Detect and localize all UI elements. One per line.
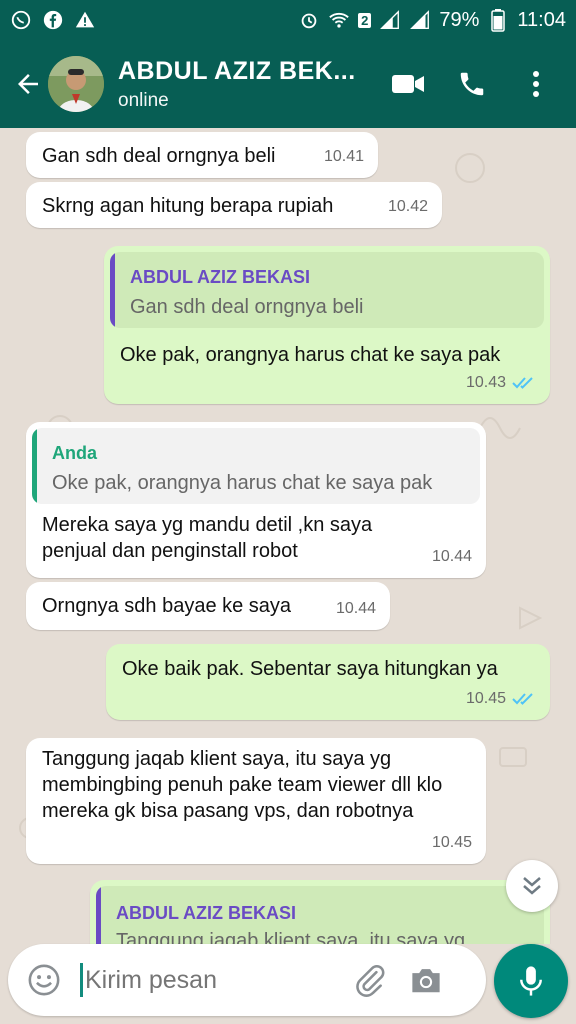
quoted-message[interactable]: ABDUL AZIZ BEKASI Tanggung jaqab klient … bbox=[96, 886, 544, 944]
video-call-icon bbox=[392, 75, 424, 93]
attach-icon bbox=[356, 965, 385, 997]
facebook-icon bbox=[42, 9, 64, 31]
alarm-icon bbox=[298, 9, 320, 31]
signal-icon bbox=[379, 9, 401, 31]
message-text: Skrng agan hitung berapa rupiah bbox=[42, 195, 334, 217]
camera-button[interactable] bbox=[404, 958, 448, 1002]
chat-header: ABDUL AZIZ BEK... online bbox=[0, 40, 576, 128]
quote-bar bbox=[110, 252, 115, 328]
contact-info[interactable]: ABDUL AZIZ BEK... online bbox=[118, 57, 356, 112]
double-check-icon bbox=[512, 377, 533, 389]
phone-icon bbox=[460, 72, 484, 96]
quote-bar bbox=[96, 886, 101, 944]
status-bar: 2 79% 11:04 bbox=[0, 0, 576, 40]
quote-text: Tanggung jaqab klient saya, itu saya yg bbox=[116, 930, 466, 944]
quoted-message[interactable]: Anda Oke pak, orangnya harus chat ke say… bbox=[32, 428, 480, 504]
message-text: Gan sdh deal orngnya beli bbox=[42, 145, 276, 167]
message-time: 10.42 bbox=[387, 198, 428, 215]
warning-icon bbox=[74, 9, 96, 31]
message-text: Oke baik pak. Sebentar saya hitungkan ya bbox=[122, 658, 498, 680]
more-vert-icon bbox=[533, 71, 539, 97]
message-incoming[interactable]: Gan sdh deal orngnya beli 10.41 bbox=[26, 132, 378, 178]
message-incoming[interactable]: Skrng agan hitung berapa rupiah 10.42 bbox=[26, 182, 442, 228]
chevron-double-down-icon bbox=[523, 877, 541, 895]
message-time: 10.44 bbox=[431, 548, 472, 565]
back-arrow-icon bbox=[18, 74, 38, 94]
quote-author: ABDUL AZIZ BEKASI bbox=[130, 267, 310, 287]
message-text: Mereka saya yg mandu detil ,kn saya penj… bbox=[42, 514, 373, 562]
message-time: 10.41 bbox=[323, 148, 364, 165]
quote-bar bbox=[32, 428, 37, 504]
message-outgoing[interactable]: ABDUL AZIZ BEKASI Gan sdh deal orngnya b… bbox=[104, 246, 550, 404]
message-incoming[interactable]: Anda Oke pak, orangnya harus chat ke say… bbox=[26, 422, 486, 578]
wifi-icon bbox=[328, 9, 350, 31]
back-button[interactable] bbox=[4, 60, 52, 108]
quote-author: Anda bbox=[52, 443, 97, 463]
double-check-icon bbox=[512, 693, 533, 705]
camera-icon bbox=[412, 969, 440, 993]
quote-text: Oke pak, orangnya harus chat ke saya pak bbox=[52, 472, 433, 494]
emoji-button[interactable] bbox=[22, 958, 66, 1002]
contact-name: ABDUL AZIZ BEK... bbox=[118, 56, 356, 85]
contact-status: online bbox=[118, 89, 169, 111]
emoji-icon bbox=[28, 964, 60, 996]
message-incoming[interactable]: Tanggung jaqab klient saya, itu saya yg … bbox=[26, 738, 486, 864]
battery-percent: 79% bbox=[439, 8, 480, 31]
sim-badge: 2 bbox=[358, 12, 372, 28]
signal-icon bbox=[409, 9, 431, 31]
more-options-button[interactable] bbox=[518, 66, 554, 102]
message-text: Oke pak, orangnya harus chat ke saya pak bbox=[120, 344, 501, 366]
message-text: Orngnya sdh bayae ke saya bbox=[42, 595, 292, 617]
message-text: Tanggung jaqab klient saya, itu saya yg … bbox=[42, 748, 443, 822]
battery-icon bbox=[487, 9, 509, 32]
message-outgoing[interactable]: Oke baik pak. Sebentar saya hitungkan ya… bbox=[106, 644, 550, 720]
quote-text: Gan sdh deal orngnya beli bbox=[130, 296, 364, 318]
whatsapp-icon bbox=[10, 9, 32, 31]
clock: 11:04 bbox=[517, 8, 566, 31]
message-time: 10.45 bbox=[431, 834, 472, 851]
message-outgoing[interactable]: ABDUL AZIZ BEKASI Tanggung jaqab klient … bbox=[90, 880, 550, 944]
message-input[interactable] bbox=[80, 963, 340, 997]
message-composer bbox=[8, 944, 486, 1016]
message-incoming[interactable]: Orngnya sdh bayae ke saya 10.44 bbox=[26, 582, 390, 630]
scroll-to-bottom-button[interactable] bbox=[506, 860, 558, 912]
voice-call-button[interactable] bbox=[454, 66, 490, 102]
attach-button[interactable] bbox=[348, 958, 392, 1002]
message-time: 10.43 bbox=[465, 374, 506, 391]
chat-area[interactable]: Gan sdh deal orngnya beli 10.41 Skrng ag… bbox=[0, 128, 576, 944]
avatar[interactable] bbox=[48, 56, 104, 112]
video-call-button[interactable] bbox=[390, 66, 426, 102]
voice-message-button[interactable] bbox=[494, 944, 568, 1018]
quoted-message[interactable]: ABDUL AZIZ BEKASI Gan sdh deal orngnya b… bbox=[110, 252, 544, 328]
message-time: 10.45 bbox=[465, 690, 506, 707]
mic-icon bbox=[520, 966, 542, 996]
message-time: 10.44 bbox=[335, 600, 376, 617]
quote-author: ABDUL AZIZ BEKASI bbox=[116, 903, 296, 923]
